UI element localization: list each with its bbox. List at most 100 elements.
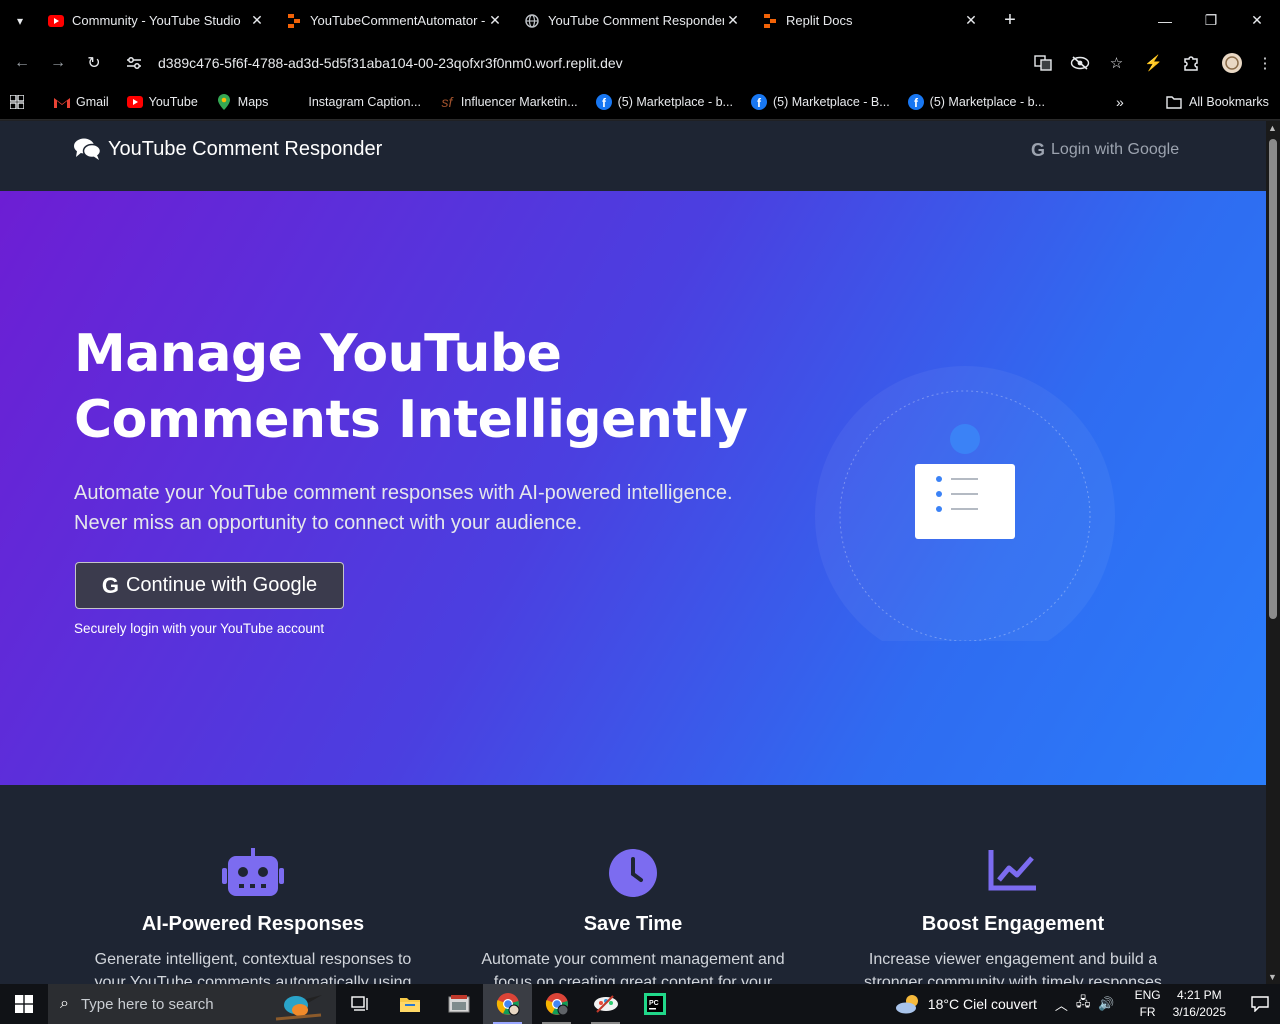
bookmark-gmail[interactable]: Gmail xyxy=(54,94,109,110)
restore-icon[interactable]: ❐ xyxy=(1188,0,1234,41)
kingfisher-bird-icon xyxy=(275,995,322,1021)
reload-icon[interactable]: ↻ xyxy=(76,45,112,81)
tab-search-icon[interactable]: ▾ xyxy=(0,0,40,41)
tab-title: YouTube Comment Responder xyxy=(548,13,724,28)
login-with-google-link[interactable]: G Login with Google xyxy=(1031,138,1179,162)
address-bar[interactable]: d389c476-5f6f-4788-ad3d-5d5f31aba104-00-… xyxy=(116,45,1106,81)
feature-desc: Increase viewer engagement and build a s… xyxy=(864,951,1162,984)
bookmarks-overflow-icon[interactable]: » xyxy=(1116,84,1124,120)
taskbar-apps: PC xyxy=(336,984,679,1024)
volume-icon[interactable]: 🔊 xyxy=(1098,996,1114,1012)
feature-title: Save Time xyxy=(583,913,683,935)
url-text[interactable]: d389c476-5f6f-4788-ad3d-5d5f31aba104-00-… xyxy=(158,55,623,71)
features-section: AI-Powered Responses Generate intelligen… xyxy=(0,785,1266,984)
paint-app-icon[interactable] xyxy=(581,984,630,1024)
task-view-icon[interactable] xyxy=(336,984,385,1024)
hero-title-line2: Comments Intelligently xyxy=(74,390,748,450)
bookmark-label: Instagram Caption... xyxy=(308,94,421,109)
gmail-icon xyxy=(54,94,70,110)
replit-icon xyxy=(762,13,778,29)
eye-off-icon[interactable] xyxy=(1061,45,1098,81)
close-icon[interactable]: ✕ xyxy=(486,12,504,29)
tab-replit-docs[interactable]: Replit Docs ✕ xyxy=(754,0,992,41)
tab-youtube-studio[interactable]: Community - YouTube Studio ✕ xyxy=(40,0,278,41)
hero-title-line1: Manage YouTube xyxy=(74,324,562,384)
lang-top: ENG xyxy=(1134,988,1161,1002)
tab-title: Replit Docs xyxy=(786,13,853,28)
new-tab-button[interactable]: + xyxy=(996,7,1024,35)
facebook-icon: f xyxy=(907,93,924,110)
folder-icon xyxy=(1166,95,1182,109)
network-icon[interactable]: 🖧 xyxy=(1076,993,1091,1015)
bookmark-instagram-caption[interactable]: Instagram Caption... xyxy=(286,94,421,110)
toolbar-actions: ☆ ⚡ ⋮ xyxy=(1024,41,1280,84)
chrome-icon[interactable] xyxy=(532,984,581,1024)
star-icon[interactable]: ☆ xyxy=(1098,45,1135,81)
apps-grid-icon[interactable] xyxy=(10,94,24,109)
clock-date: 3/16/2025 xyxy=(1172,1005,1226,1019)
login-label: Login with Google xyxy=(1051,141,1180,158)
bookmark-label: Gmail xyxy=(76,94,109,109)
weather-widget[interactable]: 18°C Ciel couvert xyxy=(894,994,1037,1014)
minimize-icon[interactable]: — xyxy=(1142,0,1188,41)
extensions-puzzle-icon[interactable] xyxy=(1172,45,1209,81)
sf-icon: sf xyxy=(441,93,453,110)
forward-icon[interactable]: → xyxy=(40,45,76,81)
windows-start-icon[interactable] xyxy=(0,984,48,1024)
continue-with-google-button[interactable]: G Continue with Google xyxy=(75,562,344,609)
feature-desc: Automate your comment management and foc… xyxy=(481,951,785,984)
all-bookmarks-folder[interactable]: All Bookmarks xyxy=(1166,84,1269,120)
all-bookmarks-label: All Bookmarks xyxy=(1189,95,1269,109)
extension-bolt-icon[interactable]: ⚡ xyxy=(1135,45,1172,81)
window-controls: — ❐ ✕ xyxy=(1142,0,1280,41)
close-icon[interactable]: ✕ xyxy=(248,12,266,29)
menu-kebab-icon[interactable]: ⋮ xyxy=(1250,45,1280,81)
bookmark-marketplace-3[interactable]: f (5) Marketplace - b... xyxy=(907,93,1045,110)
bookmark-marketplace-2[interactable]: f (5) Marketplace - B... xyxy=(750,93,890,110)
taskbar-search-input[interactable]: ⌕ Type here to search xyxy=(48,984,336,1024)
photos-app-icon[interactable] xyxy=(434,984,483,1024)
globe-icon xyxy=(524,13,540,29)
page-scrollbar[interactable]: ▲ ▼ xyxy=(1266,121,1280,984)
close-icon[interactable]: ✕ xyxy=(962,12,980,29)
site-info-icon[interactable] xyxy=(116,56,152,70)
robot-icon xyxy=(222,848,284,896)
bookmark-marketplace-1[interactable]: f (5) Marketplace - b... xyxy=(595,93,733,110)
file-explorer-icon[interactable] xyxy=(385,984,434,1024)
input-language[interactable]: ENG FR xyxy=(1135,987,1161,1021)
site-navbar: YouTube Comment Responder G Login with G… xyxy=(0,121,1266,191)
google-icon: G xyxy=(101,572,119,598)
tab-title: YouTubeCommentAutomator - xyxy=(310,13,486,28)
search-icon: ⌕ xyxy=(60,995,69,1012)
bookmark-label: (5) Marketplace - b... xyxy=(617,94,733,109)
close-window-icon[interactable]: ✕ xyxy=(1234,0,1280,41)
bookmarks-bar: Gmail YouTube Maps Instagram Caption... … xyxy=(0,84,1280,120)
tab-youtube-comment-automator[interactable]: YouTubeCommentAutomator - ✕ xyxy=(278,0,516,41)
bookmark-influencer-marketing[interactable]: sf Influencer Marketin... xyxy=(439,93,578,110)
notifications-icon[interactable] xyxy=(1240,996,1280,1012)
tab-youtube-comment-responder[interactable]: YouTube Comment Responder ✕ xyxy=(516,0,754,41)
close-icon[interactable]: ✕ xyxy=(724,12,742,29)
youtube-icon xyxy=(48,13,64,29)
clock[interactable]: 4:21 PM 3/16/2025 xyxy=(1173,987,1226,1021)
tray-chevron-icon[interactable]: ︿ xyxy=(1055,995,1068,1014)
clock-time: 4:21 PM xyxy=(1176,988,1222,1002)
scrollbar-thumb[interactable] xyxy=(1269,139,1277,619)
replit-icon xyxy=(286,13,302,29)
hero-illustration xyxy=(815,366,1115,641)
comments-icon xyxy=(74,138,101,160)
scroll-up-icon[interactable]: ▲ xyxy=(1268,123,1277,133)
scroll-down-icon[interactable]: ▼ xyxy=(1268,972,1277,982)
bookmark-youtube[interactable]: YouTube xyxy=(126,94,198,110)
pycharm-icon[interactable]: PC xyxy=(630,984,679,1024)
bookmark-label: Influencer Marketin... xyxy=(460,94,578,109)
blank-icon xyxy=(286,94,302,110)
translate-icon[interactable] xyxy=(1024,45,1061,81)
bookmark-label: (5) Marketplace - B... xyxy=(772,94,890,109)
bookmark-maps[interactable]: Maps xyxy=(216,93,268,110)
feature-title: Boost Engagement xyxy=(921,913,1105,935)
chrome-profile-icon[interactable] xyxy=(483,984,532,1024)
profile-avatar[interactable] xyxy=(1213,45,1250,81)
brand[interactable]: YouTube Comment Responder xyxy=(74,135,382,163)
back-icon[interactable]: ← xyxy=(4,45,40,81)
